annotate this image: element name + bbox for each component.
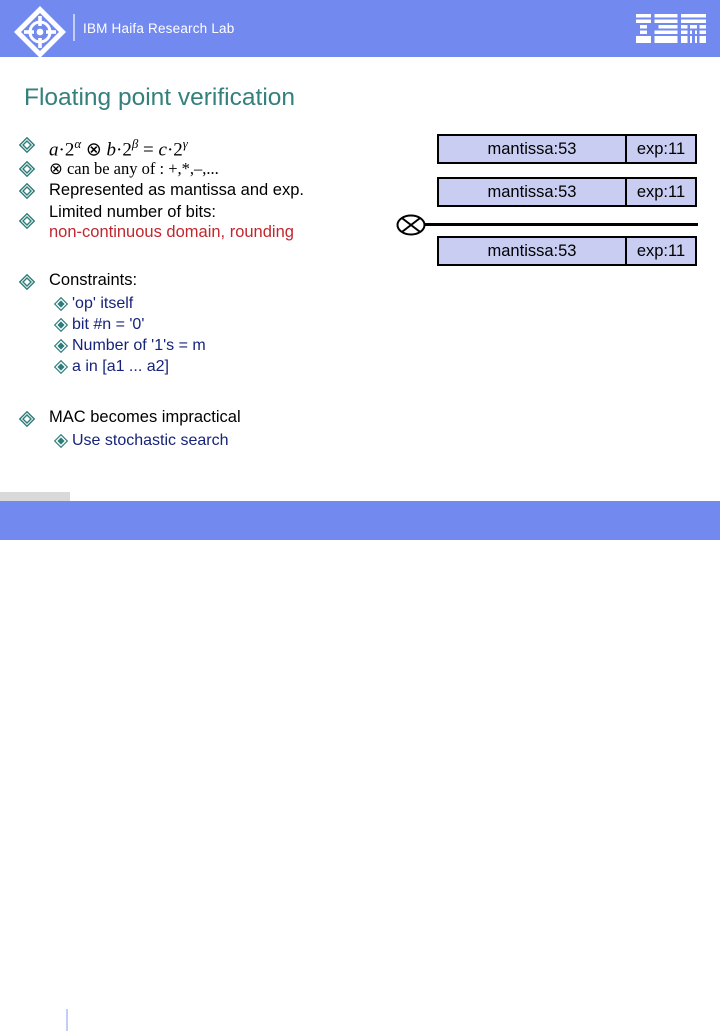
float-box-operand-b: mantissa:53 exp:11 xyxy=(437,177,697,207)
page-number: 47 xyxy=(19,1014,31,1026)
mac-sub-text: Use stochastic search xyxy=(72,432,229,449)
sub-bullet-item: bit #n = '0' xyxy=(16,314,416,335)
constraint-text: Number of '1's = m xyxy=(72,337,206,354)
contact-email[interactable]: naveh@il.ibm.com xyxy=(611,1013,706,1025)
formula-beta: β xyxy=(131,136,139,151)
float-box-operand-a: mantissa:53 exp:11 xyxy=(437,134,697,164)
sub-bullet-item: Number of '1's = m xyxy=(16,335,416,356)
footer-divider xyxy=(66,1009,68,1031)
constraints-header-text: Constraints: xyxy=(49,271,138,289)
constraint-text: a in [a1 ... a2] xyxy=(72,358,169,375)
diamond-bullet-icon xyxy=(19,273,35,290)
header-bar: IBM Haifa Research Lab xyxy=(0,0,720,60)
constraint-text: bit #n = '0' xyxy=(72,316,145,333)
mantissa-field: mantissa:53 xyxy=(487,182,577,201)
diamond-bullet-icon xyxy=(19,213,35,229)
formula-alpha: α xyxy=(74,136,82,151)
sub-bullet-item: Use stochastic search xyxy=(16,430,416,451)
bullet-item-represented: Represented as mantissa and exp. xyxy=(16,180,416,202)
diamond-bullet-icon xyxy=(19,410,35,427)
bullet-list: a·2α ⊗ b·2β = c·2γ ⊗ can be any of : +,*… xyxy=(16,132,416,451)
ibm-logo-icon xyxy=(636,14,706,43)
filled-diamond-bullet-icon xyxy=(54,338,68,353)
formula-gamma: γ xyxy=(182,136,188,151)
haifa-research-lab-diamond-logo-icon xyxy=(12,4,68,60)
bullet-item-mac: MAC becomes impractical xyxy=(16,407,416,430)
operator-description: ⊗ can be any of : +,*,–,... xyxy=(49,159,219,178)
float-box-result: mantissa:53 exp:11 xyxy=(437,236,697,266)
sub-bullet-item: 'op' itself xyxy=(16,293,416,314)
sum-rule-line xyxy=(424,223,698,226)
footer-bar: 47 LAA / Constraints and Verification 20… xyxy=(0,501,720,1031)
diamond-bullet-icon xyxy=(19,183,35,199)
exponent-field: exp:11 xyxy=(625,136,695,162)
constraint-text: 'op' itself xyxy=(72,295,134,312)
bullet-item-limited-bits: Limited number of bits: non-continuous d… xyxy=(16,202,416,246)
limited-bits-text: Limited number of bits: xyxy=(49,203,216,221)
footer-accent-tab xyxy=(0,492,70,501)
exponent-field: exp:11 xyxy=(625,179,695,205)
bullet-item-operator: ⊗ can be any of : +,*,–,... xyxy=(16,158,416,180)
copyright-label: © Copyright IBM xyxy=(327,1013,412,1025)
exponent-field: exp:11 xyxy=(625,238,695,264)
represented-text: Represented as mantissa and exp. xyxy=(49,181,304,199)
header-org-title: IBM Haifa Research Lab xyxy=(83,21,235,36)
header-divider xyxy=(73,14,75,41)
bullet-spacer-2 xyxy=(16,377,416,407)
mantissa-field: mantissa:53 xyxy=(487,139,577,158)
otimes-operator-icon xyxy=(396,214,426,236)
filled-diamond-bullet-icon xyxy=(54,359,68,374)
filled-diamond-bullet-icon xyxy=(54,317,68,332)
limited-bits-emphasis: non-continuous domain, rounding xyxy=(49,223,294,241)
sub-bullet-item: a in [a1 ... a2] xyxy=(16,356,416,377)
conference-label: LAA / Constraints and Verification 2006 xyxy=(80,1013,280,1025)
filled-diamond-bullet-icon xyxy=(54,296,68,311)
bullet-item-formula: a·2α ⊗ b·2β = c·2γ xyxy=(16,132,416,160)
diamond-bullet-icon xyxy=(19,161,35,177)
mac-header-text: MAC becomes impractical xyxy=(49,408,241,426)
slide-title: Floating point verification xyxy=(24,84,296,111)
bullet-spacer-1 xyxy=(16,246,416,270)
diamond-bullet-icon xyxy=(19,137,35,153)
filled-diamond-bullet-icon xyxy=(54,433,68,448)
mantissa-field: mantissa:53 xyxy=(487,241,577,260)
slide-canvas: IBM Haifa Research Lab Floating point ve… xyxy=(0,0,720,1031)
bullet-item-constraints: Constraints: xyxy=(16,270,416,293)
